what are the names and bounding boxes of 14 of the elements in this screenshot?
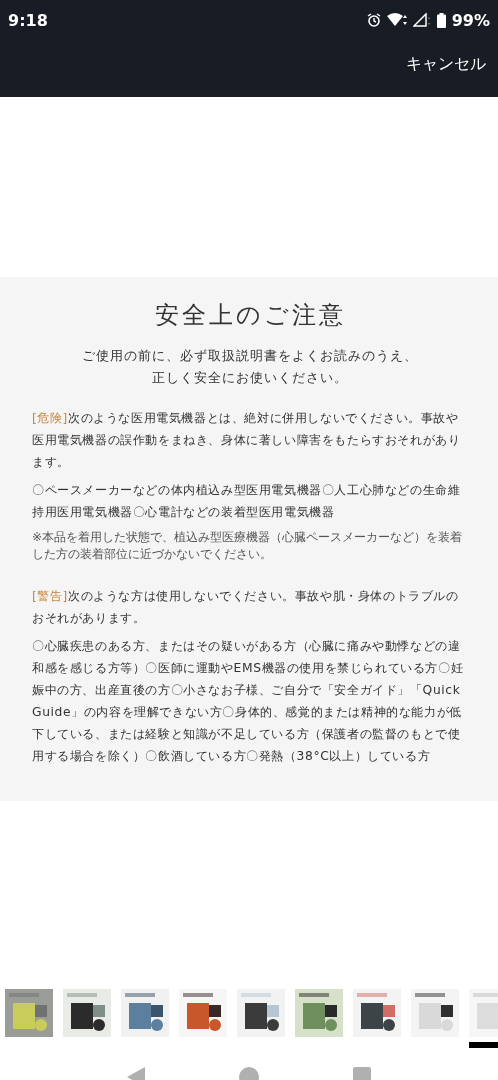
alarm-icon: [366, 13, 381, 27]
cancel-button[interactable]: キャンセル: [406, 54, 486, 75]
battery-icon: [436, 12, 446, 28]
item-list: 〇ペースメーカーなどの体内植込み型医用電気機器〇人工心肺などの生命維持用医用電気機器〇心電計などの装着型医用電気機器: [32, 479, 468, 523]
clock-time: 9:18: [8, 10, 48, 30]
note-text: ※本品を着用した状態で、植込み型医療機器（心臓ペースメーカーなど）を装着した方の装着部位に近づかないでください。: [32, 529, 464, 563]
notice-title: 安全上のご注意: [153, 300, 347, 331]
signal-icon: [412, 13, 431, 27]
warning-paragraph: [警告]次のような方は使用しないでください。事故や肌・身体のトラブルのおそれがあります。: [32, 588, 460, 627]
wifi-icon: [386, 13, 407, 27]
warning-paragraph: [危険]次のような医用電気機器とは、絶対に併用しないでください。事故や医用電気機器の誤作動をまねき、身体に著しい障害をもたらすおそれがあります。: [32, 410, 462, 471]
battery-percent: 99%: [451, 10, 490, 30]
intro-text: ご使用の前に、必ず取扱説明書をよくお読みのうえ、 正しく安全にお使いください。: [81, 347, 419, 387]
item-list: 〇心臓疾患のある方、またはその疑いがある方（心臓に痛みや動悸などの違和感を感じる方等）〇医師に運動やEMS機器の使用を禁じられている方〇妊娠中の方、出産直後の方〇小さなお子様、ご自分で「安全ガイド」「Quick Guide」の内容を理解できない方〇身体的、感覚的または精神的な能力が低下している、または経験と知識が不足している方（保護者の監督のもとで使用する場合を除く）〇飲酒している方〇発熱（38°C以上）している方: [32, 635, 468, 767]
